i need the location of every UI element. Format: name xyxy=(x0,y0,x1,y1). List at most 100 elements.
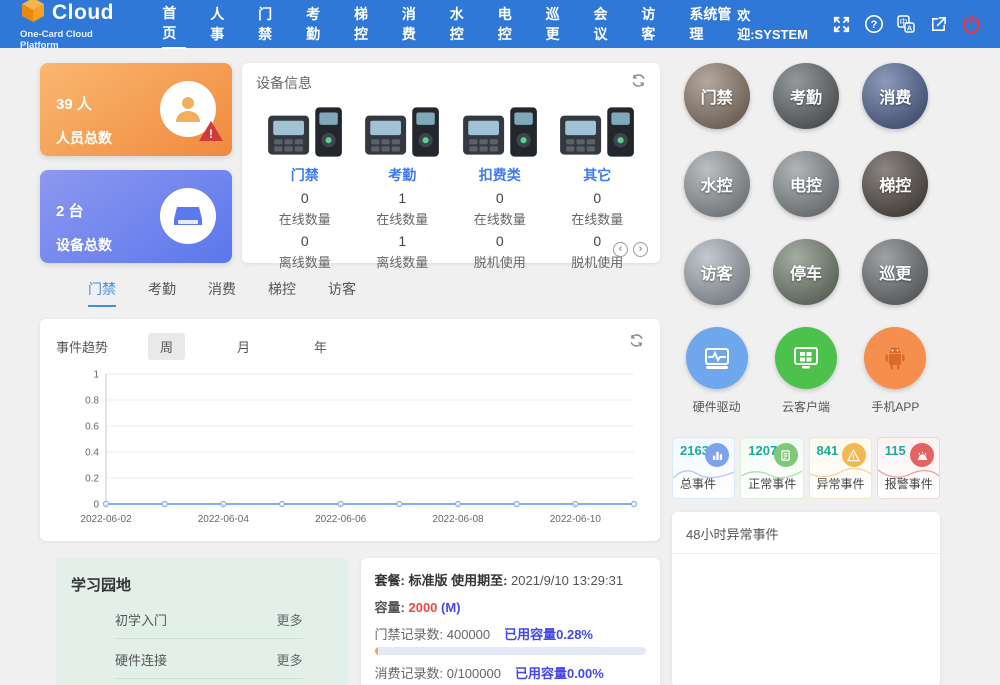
normal-events-card[interactable]: 1207 正常事件 xyxy=(740,437,803,499)
quota-label: 消费记录数: 0/100000 xyxy=(375,666,501,681)
svg-text:!: ! xyxy=(853,454,855,461)
menu-item-system[interactable]: 系统管理 xyxy=(689,0,737,48)
shortcut-cloud-client[interactable]: 云客户端 xyxy=(775,327,837,415)
menu-item-personnel[interactable]: 人事 xyxy=(210,0,234,48)
tab-visitor[interactable]: 访客 xyxy=(328,279,356,307)
cloud-client-icon xyxy=(775,327,837,389)
stat-label: 总事件 xyxy=(680,475,716,492)
shortcut-visitor[interactable]: 访客 xyxy=(684,239,750,305)
menu-item-attendance[interactable]: 考勤 xyxy=(306,0,330,48)
online-count: 0 xyxy=(256,190,354,206)
menu-item-electric[interactable]: 电控 xyxy=(498,0,522,48)
help-icon[interactable]: ? xyxy=(864,13,884,35)
refresh-icon[interactable] xyxy=(631,73,646,93)
refresh-icon[interactable] xyxy=(629,333,644,353)
list-item: 故障排查 更多 xyxy=(115,679,303,685)
app-label: 云客户端 xyxy=(782,398,830,415)
shortcut-hardware-driver[interactable]: 硬件驱动 xyxy=(686,327,748,415)
offline-count-label: 离线数量 xyxy=(256,252,354,271)
shortcut-access[interactable]: 门禁 xyxy=(684,63,750,129)
period-month-button[interactable]: 月 xyxy=(225,333,262,360)
translate-icon[interactable]: 中A xyxy=(896,13,916,35)
shortcut-attendance[interactable]: 考勤 xyxy=(773,63,839,129)
quota-used-label: 已用容量0.28% xyxy=(504,627,593,642)
online-count-label: 在线数量 xyxy=(354,209,452,228)
online-count: 0 xyxy=(451,190,549,206)
menu-item-visitor[interactable]: 访客 xyxy=(641,0,665,48)
tab-access[interactable]: 门禁 xyxy=(88,279,116,307)
shortcut-consume[interactable]: 消费 xyxy=(862,63,928,129)
other-devices-photo xyxy=(549,99,647,161)
power-icon[interactable] xyxy=(961,13,982,35)
svg-text:2022-06-04: 2022-06-04 xyxy=(198,514,250,525)
device-category-link[interactable]: 扣费类 xyxy=(451,165,549,185)
carousel-next-icon[interactable]: › xyxy=(633,242,648,257)
trend-chart-svg: 00.20.40.60.812022-06-022022-06-042022-0… xyxy=(56,364,644,536)
svg-text:0.2: 0.2 xyxy=(85,474,99,485)
plan-expiry-value: 2021/9/10 13:29:31 xyxy=(511,573,623,588)
svg-text:2022-06-02: 2022-06-02 xyxy=(80,514,132,525)
more-link[interactable]: 更多 xyxy=(277,610,303,629)
quota-label: 门禁记录数: 400000 xyxy=(375,627,491,642)
shortcut-electric[interactable]: 电控 xyxy=(773,151,839,217)
capacity-unit: (M) xyxy=(441,600,461,615)
logo-subtitle: One-Card Cloud Platform xyxy=(20,29,124,51)
menu-item-meeting[interactable]: 会议 xyxy=(594,0,618,48)
abnormal-events-title: 48小时异常事件 xyxy=(672,512,940,554)
device-category-link[interactable]: 门禁 xyxy=(256,165,354,185)
menu-item-water[interactable]: 水控 xyxy=(450,0,474,48)
shortcut-parking[interactable]: 停车 xyxy=(773,239,839,305)
module-tabs: 门禁 考勤 消费 梯控 访客 xyxy=(88,279,660,307)
device-total-card[interactable]: 2 台 设备总数 xyxy=(40,170,232,263)
learning-title: 学习园地 xyxy=(71,574,333,595)
shortcut-elevator[interactable]: 梯控 xyxy=(862,151,928,217)
stat-label: 正常事件 xyxy=(748,475,796,492)
learning-topic: 硬件连接 xyxy=(115,650,167,669)
hardware-driver-icon xyxy=(686,327,748,389)
offline-count: 0 xyxy=(256,233,354,249)
device-category-link[interactable]: 其它 xyxy=(549,165,647,185)
menu-item-consume[interactable]: 消费 xyxy=(402,0,426,48)
carousel-prev-icon[interactable]: ‹ xyxy=(613,242,628,257)
tab-attendance[interactable]: 考勤 xyxy=(148,279,176,307)
quota-row-access: 门禁记录数: 400000 已用容量0.28% xyxy=(375,624,646,655)
menu-item-home[interactable]: 首页 xyxy=(162,0,186,49)
tab-elevator[interactable]: 梯控 xyxy=(268,279,296,307)
device-category-deduction: 扣费类 0 在线数量 0 脱机使用 xyxy=(451,99,549,271)
capacity-value: 2000 xyxy=(408,600,437,615)
shortcut-water[interactable]: 水控 xyxy=(684,151,750,217)
top-navbar: Cloud One-Card Cloud Platform 首页 人事 门禁 考… xyxy=(0,0,1000,48)
tab-consume[interactable]: 消费 xyxy=(208,279,236,307)
shortcut-patrol[interactable]: 巡更 xyxy=(862,239,928,305)
svg-text:1: 1 xyxy=(93,370,99,381)
more-link[interactable]: 更多 xyxy=(277,650,303,669)
external-link-icon[interactable] xyxy=(929,13,949,35)
menu-item-access[interactable]: 门禁 xyxy=(258,0,282,48)
abnormal-events-card[interactable]: 841 ! 异常事件 xyxy=(809,437,872,499)
fullscreen-icon[interactable] xyxy=(831,13,851,35)
device-info-title: 设备信息 xyxy=(256,73,646,93)
quota-row-consume: 消费记录数: 0/100000已用容量0.00% xyxy=(375,663,646,685)
person-total-card[interactable]: 39 人 人员总数 ! xyxy=(40,63,232,156)
menu-item-elevator[interactable]: 梯控 xyxy=(354,0,378,48)
logo-title: Cloud xyxy=(52,1,114,25)
svg-text:2022-06-08: 2022-06-08 xyxy=(432,514,484,525)
total-events-card[interactable]: 2163 总事件 xyxy=(672,437,735,499)
period-year-button[interactable]: 年 xyxy=(302,333,339,360)
cube-logo-icon xyxy=(20,0,46,28)
online-count: 0 xyxy=(549,190,647,206)
shortcut-mobile-app[interactable]: 手机APP xyxy=(864,327,926,415)
svg-text:0: 0 xyxy=(93,500,99,511)
menu-item-patrol[interactable]: 巡更 xyxy=(546,0,570,48)
event-trend-panel: 事件趋势 周 月 年 00.20.40.60.812022-06-022022-… xyxy=(40,319,660,541)
warning-icon: ! xyxy=(198,119,224,148)
period-week-button[interactable]: 周 xyxy=(148,333,185,360)
list-item: 硬件连接 更多 xyxy=(115,639,303,679)
welcome-user-label: 欢迎:SYSTEM xyxy=(737,5,815,43)
svg-text:A: A xyxy=(907,24,913,33)
stat-label: 异常事件 xyxy=(817,475,865,492)
device-category-link[interactable]: 考勤 xyxy=(354,165,452,185)
svg-text:?: ? xyxy=(870,19,877,31)
access-devices-photo xyxy=(256,99,354,161)
alarm-events-card[interactable]: 115 报警事件 xyxy=(877,437,940,499)
